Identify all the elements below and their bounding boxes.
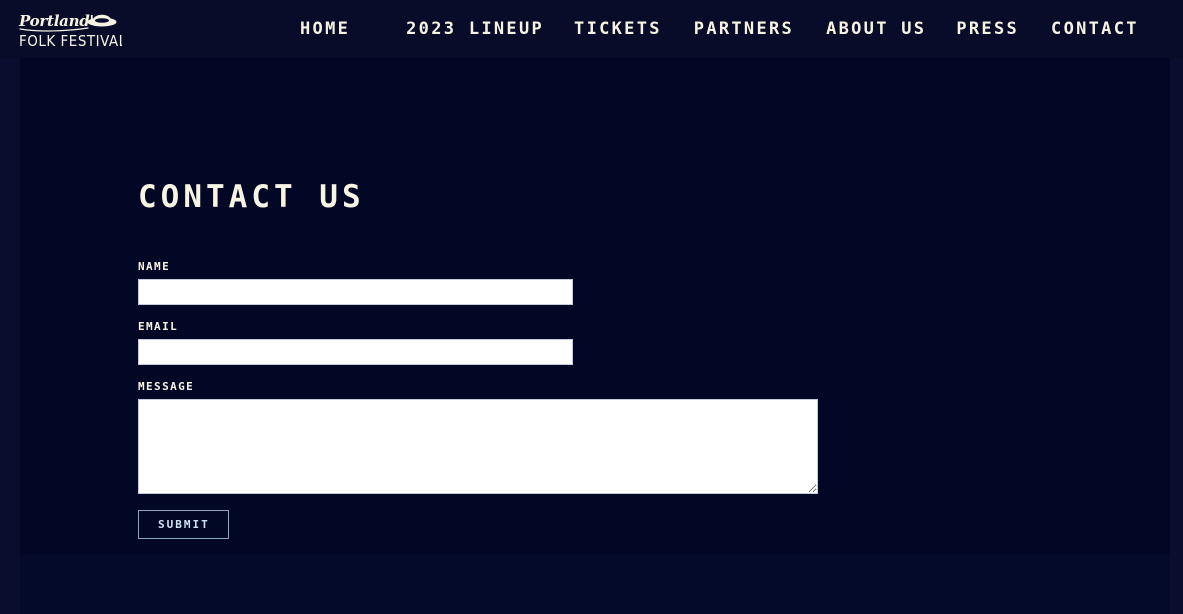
nav-link-contact[interactable]: CONTACT — [1051, 20, 1139, 38]
email-label: EMAIL — [138, 320, 179, 333]
svg-text:FOLK FESTIVAL: FOLK FESTIVAL — [19, 32, 122, 50]
email-input[interactable] — [138, 339, 573, 365]
content-panel: CONTACT US NAME EMAIL MESSAGE SUBMIT (C)… — [20, 58, 1170, 608]
site-footer — [20, 555, 1170, 614]
portlands-folk-festival-logo[interactable]: Portland's FOLK FESTIVAL — [18, 9, 126, 51]
nav-link-lineup[interactable]: 2023 LINEUP — [406, 20, 544, 38]
nav-link-press[interactable]: PRESS — [956, 20, 1019, 38]
site-header: Portland's FOLK FESTIVAL HOME 2023 LINEU… — [0, 0, 1183, 58]
nav-link-home[interactable]: HOME — [300, 20, 350, 38]
page-root: Portland's FOLK FESTIVAL HOME 2023 LINEU… — [0, 0, 1183, 614]
nav-link-about-us[interactable]: ABOUT US — [826, 20, 926, 38]
logo-artwork: Portland's FOLK FESTIVAL — [18, 12, 126, 50]
submit-button[interactable]: SUBMIT — [138, 510, 229, 539]
message-input[interactable] — [138, 399, 818, 494]
name-label: NAME — [138, 260, 171, 273]
nav-link-tickets[interactable]: TICKETS — [574, 20, 662, 38]
contact-form: NAME EMAIL MESSAGE SUBMIT — [138, 261, 838, 539]
message-label: MESSAGE — [138, 380, 195, 393]
main-navigation: HOME 2023 LINEUP TICKETS PARTNERS ABOUT … — [300, 0, 1180, 58]
nav-link-partners[interactable]: PARTNERS — [694, 20, 794, 38]
page-title: CONTACT US — [138, 178, 365, 215]
name-input[interactable] — [138, 279, 573, 305]
